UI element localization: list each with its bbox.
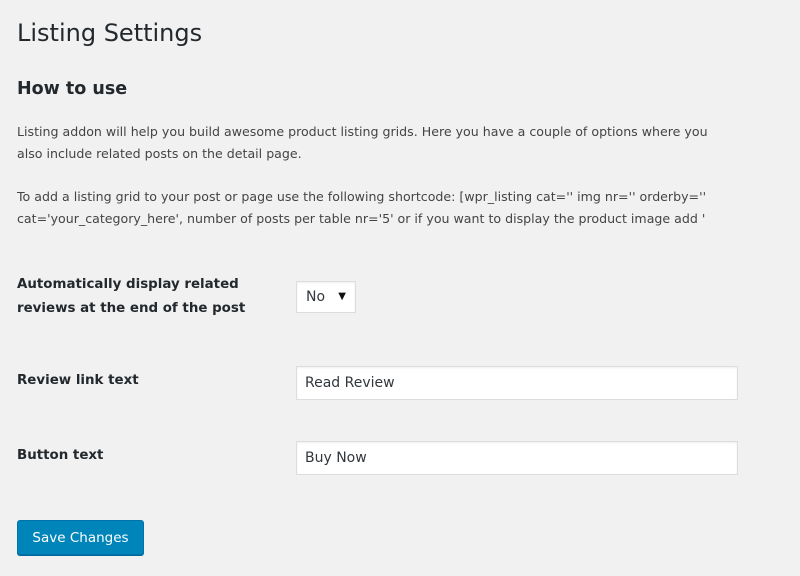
shortcode-description: To add a listing grid to your post or pa… — [17, 186, 706, 230]
related-reviews-selected-value: No — [306, 282, 325, 312]
related-reviews-label-line: reviews at the end of the post — [17, 297, 245, 321]
review-link-text-label: Review link text — [17, 369, 139, 393]
related-reviews-label-line: Automatically display related — [17, 273, 245, 297]
button-text-input[interactable] — [296, 441, 738, 475]
review-link-text-input[interactable] — [296, 366, 738, 400]
shortcode-description-line: To add a listing grid to your post or pa… — [17, 186, 706, 208]
save-changes-button[interactable]: Save Changes — [17, 520, 144, 555]
usage-description-line: Listing addon will help you build awesom… — [17, 121, 708, 143]
shortcode-description-line: cat='your_category_here', number of post… — [17, 208, 706, 230]
related-reviews-label: Automatically display related reviews at… — [17, 273, 245, 321]
related-reviews-select[interactable]: No ▼ — [296, 281, 356, 313]
section-title-how-to-use: How to use — [17, 76, 127, 102]
usage-description-line: also include related posts on the detail… — [17, 143, 708, 165]
page-title: Listing Settings — [17, 16, 202, 50]
button-text-label: Button text — [17, 444, 103, 468]
usage-description: Listing addon will help you build awesom… — [17, 121, 708, 165]
settings-page: Listing Settings How to use Listing addo… — [17, 0, 800, 576]
dropdown-arrow-icon: ▼ — [338, 282, 346, 312]
